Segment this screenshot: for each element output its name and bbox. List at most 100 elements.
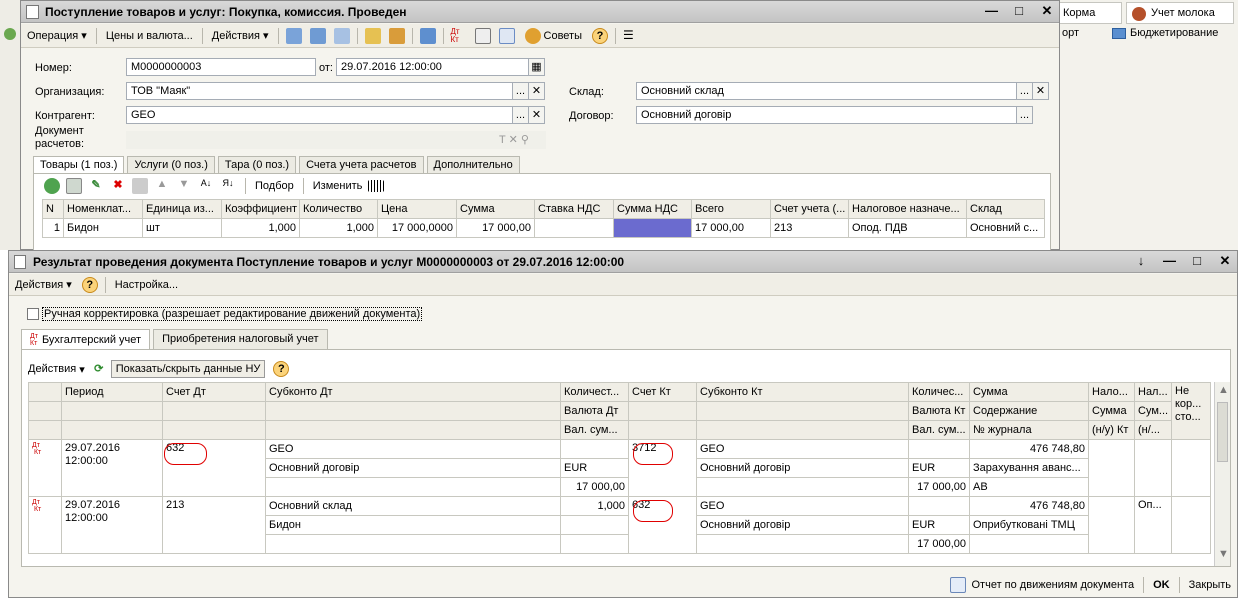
cell-currency-kt[interactable]: EUR [908,515,970,535]
header-credit[interactable]: Счет Кт [628,382,697,402]
cell-valsum-dt[interactable] [560,534,629,554]
contract-field[interactable]: Основний договір [636,106,1017,124]
scroll-down-icon[interactable]: ▼ [1218,548,1229,560]
header-tax2-kt[interactable]: (н/... [1134,420,1172,440]
cell-period[interactable]: 29.07.2016 12:00:00 [61,496,163,554]
maximize-icon[interactable]: □ [1191,253,1203,269]
minimize-icon[interactable]: — [1163,253,1176,269]
select-warehouse-button[interactable]: ... [1016,82,1033,100]
header-period[interactable]: Период [61,382,163,402]
column-header[interactable]: Количество [299,199,378,219]
tips-button[interactable]: Советы [519,24,588,47]
cell-amount[interactable]: 17 000,00 [456,218,535,238]
cell-vat-amount[interactable] [613,218,692,238]
tab-tare[interactable]: Тара (0 поз.) [217,156,297,173]
goto-icon[interactable] [419,27,436,44]
cell-subconto-dt-2[interactable]: Основний договір [265,458,561,478]
refresh-icon[interactable]: ⟳ [91,361,107,377]
cell-sum[interactable]: 476 748,80 [969,439,1089,459]
cell-account[interactable]: 213 [770,218,849,238]
vertical-scrollbar[interactable]: ▲ ▼ [1214,382,1230,566]
column-header[interactable]: Ставка НДС [534,199,614,219]
header-journal[interactable]: № журнала [969,420,1089,440]
structure-icon[interactable] [388,27,405,44]
bg-tab-feed[interactable]: Корма [1058,2,1122,24]
document-titlebar[interactable]: Поступление товаров и услуг: Покупка, ко… [21,1,1059,23]
select-organization-button[interactable]: ... [512,82,529,100]
header-tax1-sum[interactable]: Сумма [1088,401,1135,421]
cell-n[interactable]: 1 [42,218,64,238]
header-debit[interactable]: Счет Дт [162,382,266,402]
header-currency-dt[interactable]: Валюта Дт [560,401,629,421]
cell-qty-dt[interactable] [560,439,629,459]
cell-subconto-dt-1[interactable]: Основний склад [265,496,561,516]
column-header[interactable]: Сумма НДС [613,199,692,219]
payment-doc-field[interactable] [126,131,546,149]
operation-menu[interactable]: Операция ▾ [21,24,93,47]
column-header[interactable]: Коэффициент [221,199,300,219]
cell-debit[interactable]: 213 [162,496,266,554]
report-button[interactable]: Отчет по движениям документа [972,579,1135,591]
table-row[interactable]: 1 Бидон шт 1,000 1,000 17 000,0000 17 00… [42,218,1045,238]
cell-subconto-kt-2[interactable]: Основний договір [696,515,909,535]
dt-kt-icon[interactable]: Дт Кт [451,27,467,44]
header-qty-dt[interactable]: Количест... [560,382,629,402]
bg-tab-milk[interactable]: Учет молока [1126,2,1234,24]
barcode-icon[interactable] [368,180,385,192]
move-up-icon[interactable]: ▲ [154,178,170,194]
column-header[interactable]: Сумма [456,199,535,219]
tab-goods[interactable]: Товары (1 поз.) [33,156,125,173]
manual-correction-checkbox[interactable]: Ручная корректировка (разрешает редактир… [27,307,423,321]
scroll-up-icon[interactable]: ▲ [1218,384,1229,396]
cell-subconto-kt-1[interactable]: GEO [696,496,909,516]
post-close-icon[interactable] [285,27,302,44]
select-contract-button[interactable]: ... [1016,106,1033,124]
clear-warehouse-icon[interactable]: ✕ [1032,82,1049,100]
cell-qty-kt[interactable] [908,439,970,459]
close-icon[interactable]: ✕ [1219,253,1231,269]
list-icon[interactable]: ☰ [623,28,639,44]
checkbox-box[interactable] [27,308,39,320]
cell-subconto-dt-3[interactable] [265,477,561,497]
cell-valsum-dt[interactable]: 17 000,00 [560,477,629,497]
tab-additional[interactable]: Дополнительно [426,156,520,173]
cell-qty-kt[interactable] [908,496,970,516]
cell-tax3[interactable] [1171,496,1211,554]
close-button[interactable]: Закрыть [1189,579,1231,591]
cell-valsum-kt[interactable]: 17 000,00 [908,477,970,497]
cell-debit[interactable]: 632 [162,439,266,497]
cell-unit[interactable]: шт [142,218,222,238]
column-header[interactable]: Цена [377,199,457,219]
change-button[interactable]: Изменить [313,180,363,192]
delete-icon[interactable]: ✖ [110,178,126,194]
text-type-icon[interactable]: T [499,134,506,146]
sort-desc-icon[interactable]: Я↓ [220,178,236,194]
cell-subconto-dt-1[interactable]: GEO [265,439,561,459]
cell-price[interactable]: 17 000,0000 [377,218,457,238]
cell-subconto-dt-3[interactable] [265,534,561,554]
header-tax2-sum[interactable]: Сум... [1134,401,1172,421]
column-header[interactable]: Всего [691,199,771,219]
settings-button[interactable]: Настройка... [109,274,184,295]
cell-total[interactable]: 17 000,00 [691,218,771,238]
cell-qty-dt[interactable]: 1,000 [560,496,629,516]
column-header[interactable]: Налоговое назначе... [848,199,967,219]
result-actions-menu[interactable]: Действия ▾ [9,274,78,295]
bg-item-budget[interactable]: Бюджетирование [1110,27,1218,39]
edit-icon[interactable]: ✎ [88,178,104,194]
header-valsum-dt[interactable]: Вал. сум... [560,420,629,440]
header-subconto-dt[interactable]: Субконто Дт [265,382,561,402]
tab-tax-accounting[interactable]: Приобретения налоговый учет [153,329,328,350]
header-tax2[interactable]: Нал... [1134,382,1172,402]
cell-currency-dt[interactable] [560,515,629,535]
header-valsum-kt[interactable]: Вал. сум... [908,420,970,440]
select-counterparty-button[interactable]: ... [512,106,529,124]
end-edit-icon[interactable] [132,178,148,194]
sort-asc-icon[interactable]: A↓ [198,178,214,194]
header-qty-kt[interactable]: Количес... [908,382,970,402]
cell-subconto-dt-2[interactable]: Бидон [265,515,561,535]
menu-arrow-icon[interactable]: ↓ [1135,253,1147,269]
cell-sum[interactable]: 476 748,80 [969,496,1089,516]
date-field[interactable]: 29.07.2016 12:00:00 [336,58,529,76]
header-tax3[interactable]: Не кор... сто... [1171,382,1211,440]
